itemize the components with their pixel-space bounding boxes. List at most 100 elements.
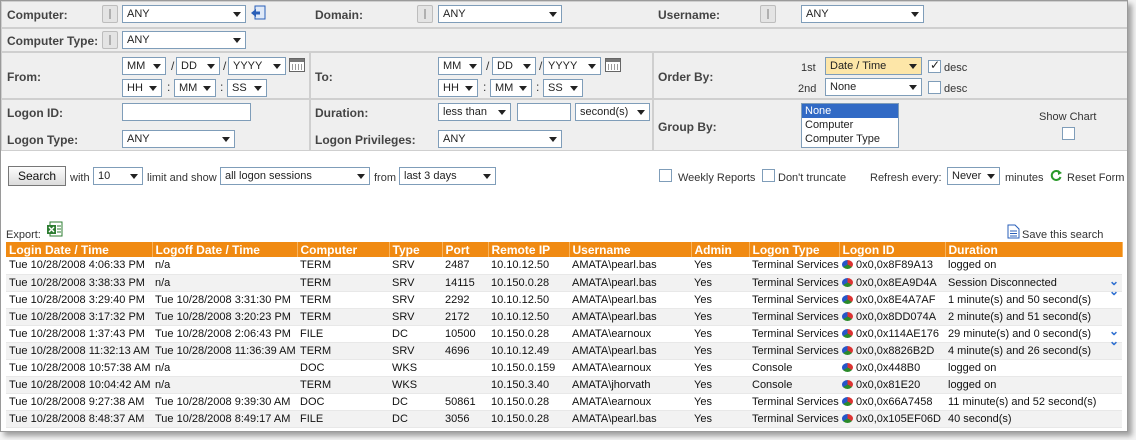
- save-search-link[interactable]: Save this search: [1022, 229, 1103, 241]
- from-month-select[interactable]: MM: [122, 57, 166, 75]
- table-row[interactable]: Tue 10/28/2008 11:32:13 AM Tue 10/28/2008…: [6, 342, 1122, 361]
- expand-chevron-icon[interactable]: ⌄ ⌄: [1109, 275, 1119, 297]
- weekly-reports-checkbox[interactable]: [659, 169, 672, 182]
- logon-privileges-select[interactable]: ANY: [438, 130, 562, 148]
- limit-and-show-label: limit and show: [147, 172, 217, 184]
- table-cell: Console: [749, 359, 839, 378]
- refresh-select[interactable]: Never: [947, 167, 1000, 185]
- computer-select[interactable]: ANY: [122, 5, 246, 23]
- cell-text: Yes: [694, 379, 712, 392]
- reset-form-link[interactable]: Reset Form: [1067, 172, 1124, 184]
- table-row[interactable]: Tue 10/28/2008 3:29:40 PM Tue 10/28/2008 …: [6, 291, 1122, 309]
- chevron-down-icon: [149, 58, 165, 74]
- column-header[interactable]: Type: [389, 242, 443, 257]
- from-hour-select[interactable]: HH: [122, 79, 162, 97]
- duration-input[interactable]: [517, 103, 571, 121]
- excel-export-icon[interactable]: [47, 221, 64, 237]
- expand-chevron-icon[interactable]: ⌄ ⌄: [1109, 325, 1119, 347]
- cell-text: WKS: [392, 379, 418, 392]
- column-header[interactable]: Login Date / Time: [6, 242, 153, 257]
- order-2nd-select[interactable]: None: [825, 78, 922, 96]
- column-header[interactable]: Computer: [297, 242, 390, 257]
- chevron-down-icon: [218, 131, 234, 147]
- table-cell: 10.150.0.28: [488, 325, 569, 343]
- order-2nd-desc-checkbox[interactable]: [928, 81, 941, 94]
- duration-operator-select[interactable]: less than: [438, 103, 511, 121]
- domain-lock-icon[interactable]: [417, 5, 433, 23]
- group-by-option[interactable]: Computer: [802, 118, 898, 132]
- computer-type-lock-icon[interactable]: [102, 31, 118, 49]
- username-lock-icon[interactable]: [760, 5, 776, 23]
- table-cell: 0x0,0x448B0: [839, 359, 945, 378]
- order-1st-desc-checkbox[interactable]: [928, 58, 941, 73]
- table-row[interactable]: Tue 10/28/2008 10:04:42 AM n/a TERM WKS 10.1…: [6, 376, 1122, 395]
- to-second-select[interactable]: SS: [543, 79, 583, 97]
- order-1st-desc-label: desc: [944, 62, 968, 74]
- to-month-select[interactable]: MM: [438, 57, 482, 75]
- column-header[interactable]: Logoff Date / Time: [152, 242, 298, 257]
- from-second-select[interactable]: SS: [227, 79, 267, 97]
- limit-select[interactable]: 10: [93, 167, 143, 185]
- duration-label: Duration:: [315, 106, 369, 120]
- column-header[interactable]: Duration: [945, 242, 1123, 257]
- table-cell: 4696: [442, 342, 488, 361]
- column-header[interactable]: Logon Type: [749, 242, 840, 257]
- table-row[interactable]: Tue 10/28/2008 1:37:43 PM Tue 10/28/2008 …: [6, 325, 1122, 343]
- column-header[interactable]: Remote IP: [488, 242, 570, 257]
- table-row[interactable]: Tue 10/28/2008 8:48:37 AM Tue 10/28/2008 …: [6, 410, 1122, 429]
- table-cell: 10500: [442, 325, 488, 343]
- to-year-select[interactable]: YYYY: [543, 57, 601, 75]
- cell-text: Terminal Services: [752, 345, 839, 358]
- cell-text: Terminal Services: [752, 413, 839, 426]
- logon-session-icon: [842, 414, 853, 424]
- order-1st-select[interactable]: Date / Time: [825, 57, 922, 75]
- computer-type-select[interactable]: ANY: [122, 31, 246, 49]
- to-calendar-icon[interactable]: [605, 58, 621, 72]
- from-minute-select[interactable]: MM: [174, 79, 216, 97]
- username-select[interactable]: ANY: [801, 5, 924, 23]
- to-minute-select[interactable]: MM: [490, 79, 532, 97]
- from-calendar-icon[interactable]: [289, 58, 305, 72]
- from-year-select[interactable]: YYYY: [228, 57, 286, 75]
- browse-computers-icon[interactable]: [250, 5, 267, 21]
- group-by-listbox[interactable]: None Computer Computer Type: [801, 103, 899, 148]
- column-header[interactable]: Logon ID: [839, 242, 946, 257]
- cell-text: 10.150.3.40: [491, 379, 550, 392]
- cell-text: Tue 10/28/2008 11:32:13 AM: [9, 345, 150, 358]
- show-select[interactable]: all logon sessions: [220, 167, 370, 185]
- dont-truncate-checkbox[interactable]: [762, 169, 775, 182]
- from-day-select[interactable]: DD: [176, 57, 220, 75]
- to-second-value: SS: [548, 82, 563, 94]
- table-row[interactable]: Tue 10/28/2008 3:17:32 PM Tue 10/28/2008 …: [6, 308, 1122, 326]
- chevron-down-icon: [465, 58, 481, 74]
- cell-text: Tue 10/28/2008 9:27:38 AM: [9, 396, 145, 409]
- search-button[interactable]: Search: [8, 166, 66, 186]
- reset-icon[interactable]: [1050, 169, 1063, 182]
- chevron-down-icon: [203, 58, 219, 74]
- computer-lock-icon[interactable]: [102, 5, 118, 23]
- column-header[interactable]: Admin: [691, 242, 750, 257]
- group-by-option[interactable]: None: [802, 104, 898, 118]
- domain-select[interactable]: ANY: [438, 5, 562, 23]
- period-select[interactable]: last 3 days: [399, 167, 496, 185]
- table-row[interactable]: Tue 10/28/2008 4:06:33 PM n/a TERM SRV 2487 1…: [6, 257, 1122, 275]
- table-row[interactable]: Tue 10/28/2008 3:38:33 PM n/a TERM SRV 14115…: [6, 274, 1122, 292]
- duration-unit-select[interactable]: second(s): [575, 103, 650, 121]
- group-by-option[interactable]: Computer Type: [802, 132, 898, 146]
- table-cell: Tue 10/28/2008 3:20:23 PM: [152, 308, 297, 326]
- table-cell: Tue 10/28/2008 10:57:38 AM: [6, 359, 152, 378]
- show-chart-checkbox[interactable]: [1062, 127, 1075, 140]
- table-row[interactable]: Tue 10/28/2008 9:27:38 AM Tue 10/28/2008 …: [6, 393, 1122, 412]
- dont-truncate-label: Don't truncate: [778, 172, 847, 184]
- to-day-select[interactable]: DD: [492, 57, 536, 75]
- column-header[interactable]: Port: [442, 242, 489, 257]
- document-save-icon[interactable]: [1007, 224, 1020, 239]
- to-hour-select[interactable]: HH: [438, 79, 478, 97]
- cell-text: SRV: [392, 293, 415, 306]
- column-header[interactable]: Username: [569, 242, 692, 257]
- domain-select-value: ANY: [443, 8, 466, 20]
- logon-id-input[interactable]: [122, 103, 251, 121]
- table-row[interactable]: Tue 10/28/2008 10:57:38 AM n/a DOC WKS 10.15…: [6, 359, 1122, 378]
- cell-text: Console: [752, 379, 793, 392]
- logon-type-select[interactable]: ANY: [122, 130, 235, 148]
